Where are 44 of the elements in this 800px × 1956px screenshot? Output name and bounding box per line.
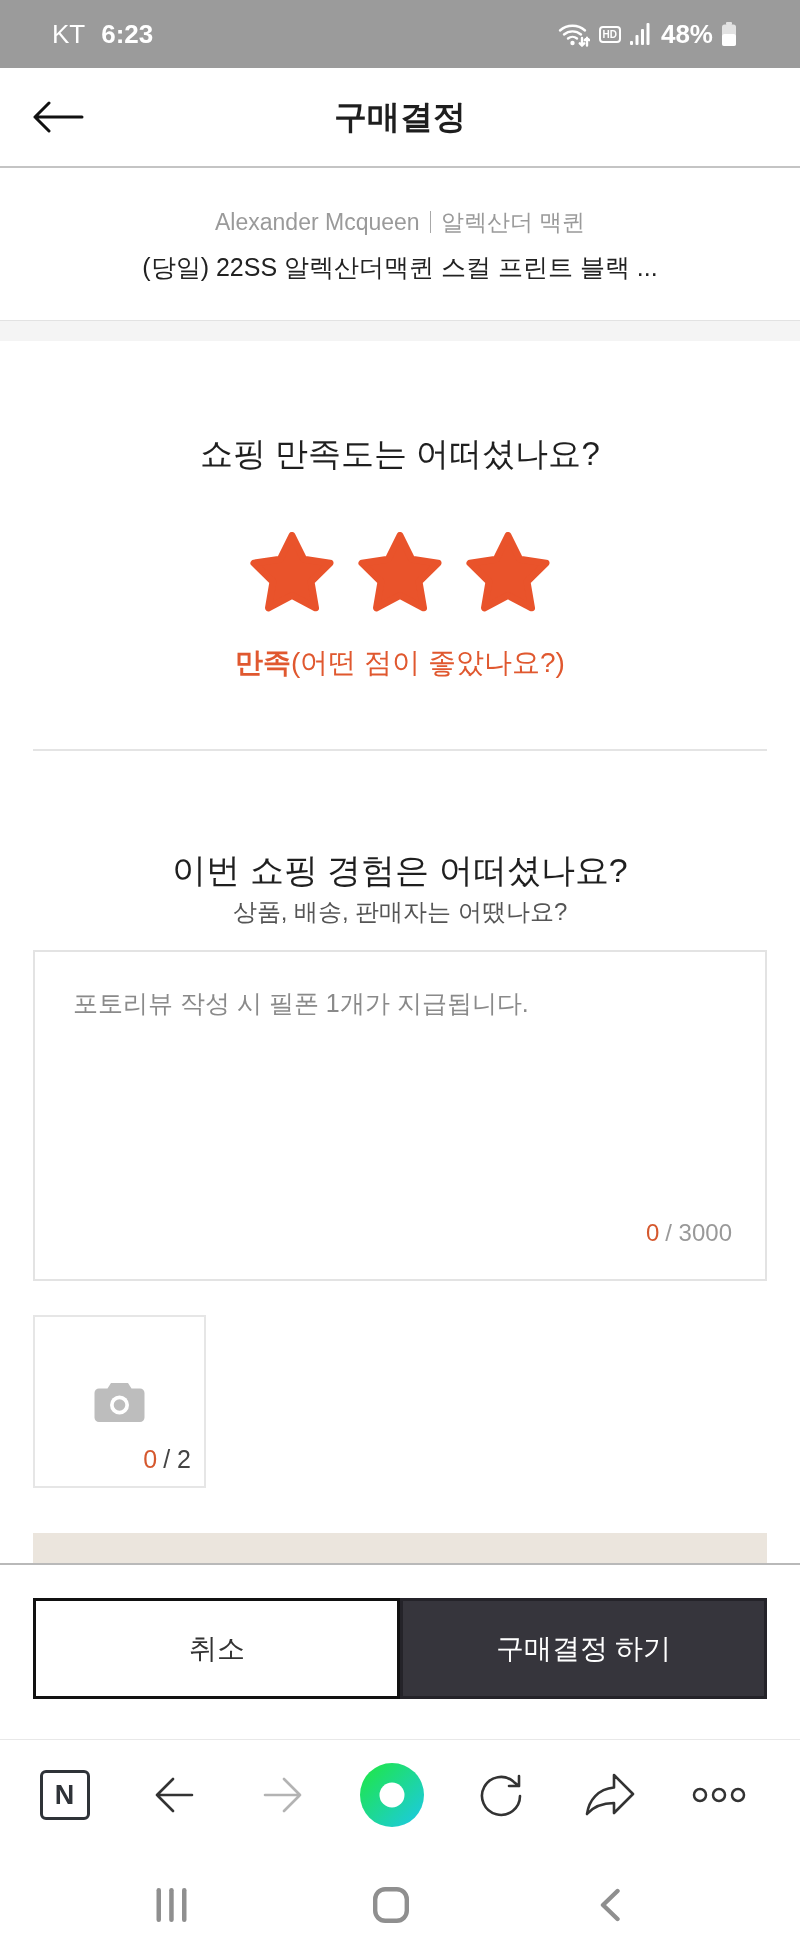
star-icon[interactable] <box>358 532 442 612</box>
battery-icon <box>722 22 736 46</box>
signal-icon <box>629 23 650 45</box>
browser-back-button[interactable] <box>153 1776 194 1814</box>
review-subtitle: 상품, 배송, 판매자는 어땠나요? <box>232 897 568 927</box>
star-rating[interactable] <box>250 532 550 612</box>
camera-icon <box>94 1381 145 1422</box>
back-chevron-icon <box>598 1887 621 1922</box>
page-title: 구매결정 <box>333 97 467 137</box>
carrier-name: KT <box>52 19 86 49</box>
cancel-button[interactable]: 취소 <box>33 1598 400 1699</box>
clock-time: 6:23 <box>101 19 154 49</box>
review-question: 이번 쇼핑 경험은 어떠셨나요? <box>172 850 628 891</box>
logo-button[interactable]: N <box>39 1770 90 1820</box>
confirm-button[interactable]: 구매결정 하기 <box>400 1598 767 1699</box>
home-icon <box>372 1886 409 1923</box>
brand-local-name: 알렉산더 맥퀸 <box>440 208 585 236</box>
share-arrow-icon <box>584 1773 635 1817</box>
star-icon[interactable] <box>250 532 334 612</box>
ring-button[interactable] <box>359 1763 424 1827</box>
char-limit: / 3000 <box>665 1218 732 1248</box>
battery-percent: 48% <box>660 19 713 49</box>
photo-count: 0 <box>143 1444 158 1474</box>
photo-limit: / 2 <box>163 1444 191 1474</box>
star-icon[interactable] <box>466 532 550 612</box>
recent-apps-button[interactable] <box>156 1887 187 1922</box>
back-button[interactable] <box>32 101 84 133</box>
share-button[interactable] <box>584 1773 635 1817</box>
recent-apps-icon <box>156 1887 187 1922</box>
product-name: (당일) 22SS 알렉산더맥퀸 스컬 프린트 블랙 ... <box>142 252 658 282</box>
hd-badge: HD <box>598 25 621 43</box>
add-photo-button[interactable]: 0 / 2 <box>33 1315 206 1488</box>
more-icon <box>691 1787 746 1803</box>
rating-label: 만족(어떤 점이 좋았나요?) <box>235 646 565 680</box>
system-back-button[interactable] <box>598 1887 621 1922</box>
home-button[interactable] <box>372 1886 409 1923</box>
ring-icon <box>359 1763 424 1827</box>
brand-name: Alexander Mcqueen <box>215 208 420 236</box>
char-count: 0 <box>645 1218 660 1248</box>
back-arrow-icon <box>32 101 84 133</box>
more-button[interactable] <box>691 1787 746 1803</box>
back-arrow-icon <box>153 1776 194 1814</box>
rating-question: 쇼핑 만족도는 어떠셨나요? <box>200 434 600 474</box>
forward-arrow-icon <box>262 1776 303 1814</box>
